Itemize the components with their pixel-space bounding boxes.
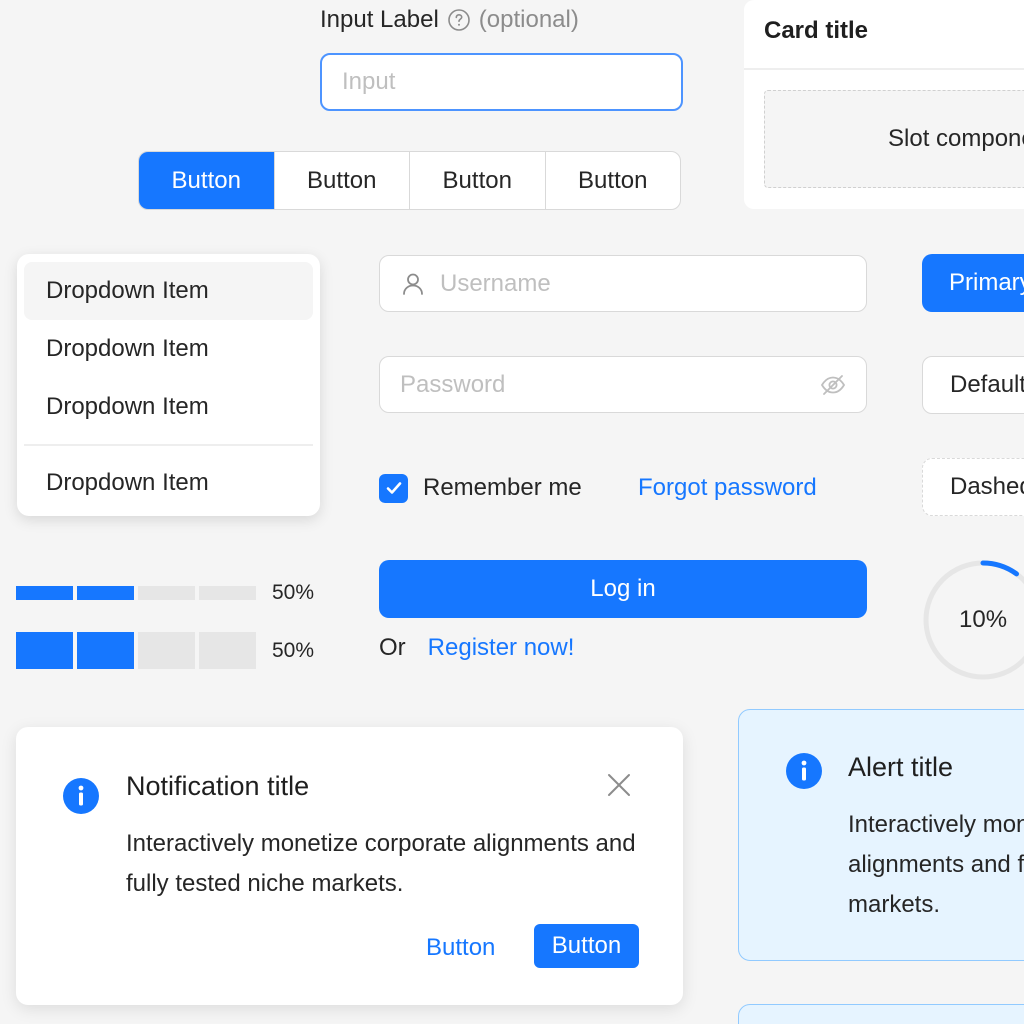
circle-progress-label: 10% bbox=[959, 606, 1008, 633]
input-placeholder: Input bbox=[342, 68, 396, 95]
card-slot-text: Slot component bbox=[888, 125, 1024, 152]
dropdown-item[interactable]: Dropdown Item bbox=[24, 378, 313, 436]
card: Card title Slot component bbox=[744, 0, 1024, 209]
dropdown-menu: Dropdown Item Dropdown Item Dropdown Ite… bbox=[17, 254, 320, 516]
alert: Alert title Interactively monetize corpo… bbox=[738, 709, 1024, 961]
question-circle-icon[interactable] bbox=[447, 8, 471, 32]
or-text: Or bbox=[379, 634, 406, 661]
password-input[interactable]: Password bbox=[379, 356, 867, 413]
alert-partial bbox=[738, 1004, 1024, 1024]
card-divider bbox=[744, 68, 1024, 70]
user-icon bbox=[400, 271, 426, 297]
login-button[interactable]: Log in bbox=[379, 560, 867, 618]
group-button-1[interactable]: Button bbox=[139, 152, 274, 209]
progress-label: 50% bbox=[272, 639, 315, 662]
progress-step bbox=[138, 586, 195, 600]
dropdown-item[interactable]: Dropdown Item bbox=[24, 262, 313, 320]
remember-label: Remember me bbox=[423, 474, 582, 501]
dropdown-item[interactable]: Dropdown Item bbox=[24, 320, 313, 378]
info-circle-icon bbox=[63, 778, 99, 814]
group-button-3[interactable]: Button bbox=[409, 152, 545, 209]
notification-body: Interactively monetize corporate alignme… bbox=[126, 830, 636, 897]
progress-step bbox=[199, 586, 256, 600]
optional-hint: (optional) bbox=[478, 6, 579, 33]
alert-body-line: markets. bbox=[848, 891, 941, 918]
text-input[interactable]: Input bbox=[320, 53, 683, 111]
notification-link-button[interactable]: Button bbox=[426, 926, 495, 970]
progress-step bbox=[77, 632, 134, 669]
username-input[interactable]: Username bbox=[379, 255, 867, 312]
default-button[interactable]: Default bbox=[922, 356, 1024, 414]
forgot-password-link[interactable]: Forgot password bbox=[638, 472, 817, 504]
alert-body: Interactively monetize corporate alignme… bbox=[848, 805, 1024, 925]
password-placeholder: Password bbox=[400, 370, 506, 398]
alert-body-line: alignments and fully tested niche bbox=[848, 851, 1024, 878]
username-placeholder: Username bbox=[440, 269, 551, 297]
steps-progress-large bbox=[16, 632, 256, 669]
group-button-4[interactable]: Button bbox=[544, 152, 681, 209]
remember-me[interactable]: Remember me bbox=[379, 472, 582, 504]
progress-label: 50% bbox=[272, 581, 315, 604]
dashed-button[interactable]: Dashed bbox=[922, 458, 1024, 516]
alert-body-line: Interactively monetize corporate bbox=[848, 811, 1024, 838]
progress-step bbox=[199, 632, 256, 669]
notification: Notification title Interactively monetiz… bbox=[16, 727, 683, 1005]
notification-title: Notification title bbox=[126, 771, 310, 801]
input-label-row: Input Label (optional) bbox=[320, 4, 579, 36]
dropdown-divider bbox=[24, 444, 313, 446]
card-title: Card title bbox=[764, 17, 869, 44]
register-link[interactable]: Register now! bbox=[428, 634, 575, 662]
register-row: Or Register now! bbox=[379, 632, 574, 664]
input-label: Input Label bbox=[320, 6, 439, 33]
close-icon[interactable] bbox=[604, 770, 634, 800]
progress-step bbox=[138, 632, 195, 669]
check-icon[interactable] bbox=[379, 473, 408, 503]
steps-progress-small bbox=[16, 586, 256, 600]
progress-step bbox=[16, 632, 73, 669]
group-button-2[interactable]: Button bbox=[273, 152, 410, 209]
primary-button[interactable]: Primary bbox=[922, 254, 1024, 312]
info-circle-icon bbox=[786, 753, 822, 789]
progress-step bbox=[77, 586, 134, 600]
progress-step bbox=[16, 586, 73, 600]
card-slot: Slot component bbox=[764, 90, 1024, 188]
dropdown-item[interactable]: Dropdown Item bbox=[24, 454, 313, 512]
button-group: Button Button Button Button bbox=[138, 151, 681, 210]
notification-primary-button[interactable]: Button bbox=[534, 924, 639, 968]
eye-invisible-icon[interactable] bbox=[820, 372, 846, 398]
alert-title: Alert title bbox=[848, 752, 954, 782]
